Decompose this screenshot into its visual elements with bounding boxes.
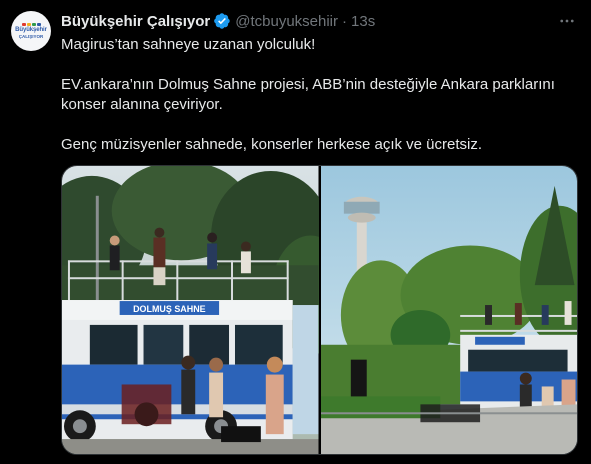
- photo-1-bus-sign: DOLMUŞ SAHNE: [133, 304, 206, 314]
- photo-2[interactable]: [320, 166, 577, 454]
- verified-badge-icon[interactable]: [213, 12, 231, 30]
- avatar-logo-mark: [21, 23, 41, 26]
- photo-1[interactable]: DOLMUŞ SAHNE: [62, 166, 319, 454]
- timestamp[interactable]: 13s: [351, 13, 375, 30]
- photo-1-illustration: DOLMUŞ SAHNE: [62, 166, 319, 454]
- avatar[interactable]: Büyükşehir ÇALIŞIYOR: [11, 11, 51, 51]
- display-name[interactable]: Büyükşehir Çalışıyor: [61, 13, 210, 30]
- tweet-text: Magirus’tan sahneye uzanan yolculuk! EV.…: [61, 35, 571, 155]
- media-grid: DOLMUŞ SAHNE: [61, 165, 578, 455]
- photo-2-illustration: [320, 166, 577, 454]
- tweet-line-2: EV.ankara’nın Dolmuş Sahne projesi, ABB’…: [61, 76, 555, 113]
- tweet-line-3: Genç müzisyenler sahnede, konserler herk…: [61, 136, 483, 153]
- avatar-text-top: Büyükşehir: [15, 27, 47, 33]
- handle[interactable]: @tcbuyuksehiir: [235, 13, 338, 30]
- avatar-text-bottom: ÇALIŞIYOR: [18, 34, 44, 39]
- separator-dot: ·: [342, 12, 348, 30]
- tweet-line-1: Magirus’tan sahneye uzanan yolculuk!: [61, 36, 316, 53]
- tweet-header: Büyükşehir Çalışıyor @tcbuyuksehiir · 13…: [61, 11, 375, 31]
- more-dots-icon[interactable]: [557, 11, 577, 31]
